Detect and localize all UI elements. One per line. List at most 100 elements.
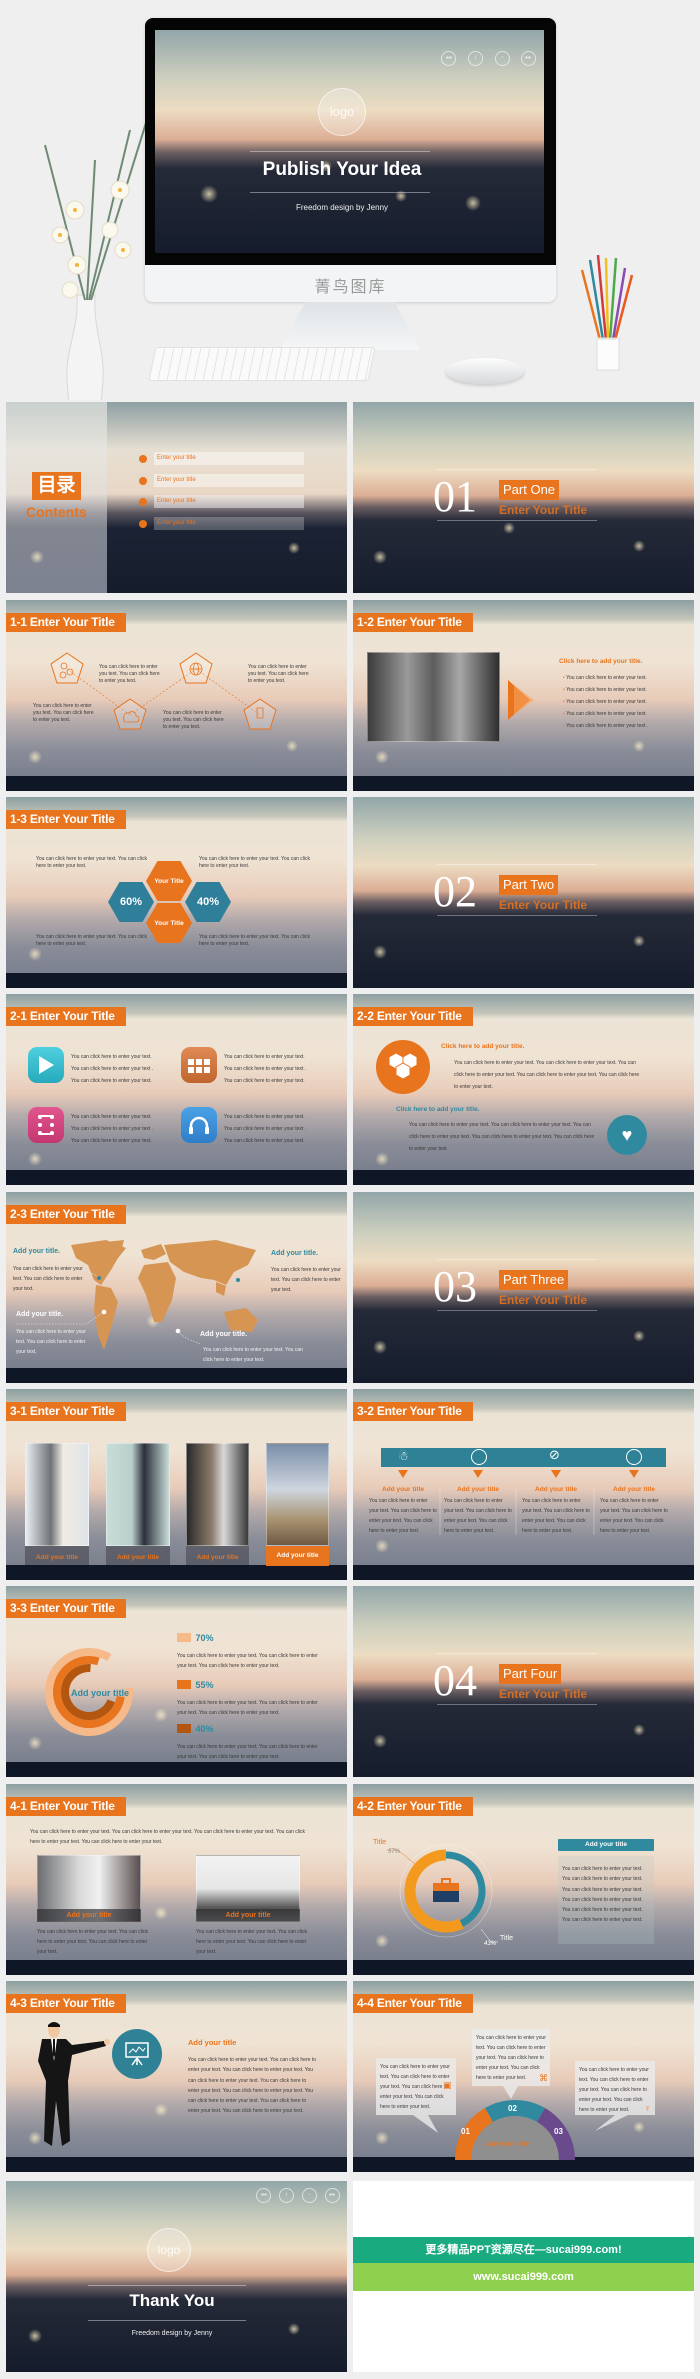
pentagon-diagram xyxy=(50,652,277,730)
panel-line: You can click here to enter your text. xyxy=(562,1896,643,1903)
play-icon xyxy=(28,1047,64,1083)
fast-forward-icon[interactable]: ▸▸ xyxy=(325,2188,340,2203)
divider xyxy=(437,1259,597,1260)
rewind-icon[interactable]: ◂◂ xyxy=(441,51,456,66)
slide-2-1[interactable]: 2-1 Enter Your Title You can click here … xyxy=(6,994,347,1185)
icon-band xyxy=(381,1448,666,1467)
callout-title: Add your title. xyxy=(271,1250,319,1257)
stop-icon[interactable]: ▫ xyxy=(302,2188,317,2203)
divider xyxy=(250,192,430,193)
slide-section-03[interactable]: 03 Part Three Enter Your Title xyxy=(353,1192,694,1383)
film-icon xyxy=(28,1107,64,1143)
divider xyxy=(437,1653,597,1654)
slide-3-2[interactable]: 3-2 Enter Your Title ☃ ⊘ Add your title Y… xyxy=(353,1389,694,1580)
column-title: Add your title xyxy=(382,1486,424,1493)
callout-text: You can click here to enter your text. Y… xyxy=(16,1329,86,1355)
gauge-icon xyxy=(626,1449,642,1465)
bullet-dot xyxy=(139,520,147,528)
footer-bar xyxy=(353,1170,694,1185)
slide-1-1[interactable]: 1-1 Enter Your Title You can click here … xyxy=(6,600,347,791)
slide-title: 1-3 Enter Your Title xyxy=(6,810,126,829)
slide-4-3[interactable]: 4-3 Enter Your Title Add your title You … xyxy=(6,1981,347,2172)
slide-section-02[interactable]: 02 Part Two Enter Your Title xyxy=(353,797,694,988)
slide-2-3[interactable]: 2-3 Enter Your Title Add your title. You… xyxy=(6,1192,347,1383)
section-part-label: Part One xyxy=(499,480,560,500)
slide-3-3[interactable]: 3-3 Enter Your Title Add your title 70% Y… xyxy=(6,1586,347,1777)
monitor-frame: ◂◂ i ▫ ▸▸ logo Publish Your Idea Freedom… xyxy=(145,18,556,302)
slide-1-2[interactable]: 1-2 Enter Your Title Click here to add y… xyxy=(353,600,694,791)
lightbulb-icon xyxy=(243,698,277,730)
hexagon-top: Your Title xyxy=(146,861,192,901)
promo-banner: 更多精品PPT资源尽在—sucai999.com! xyxy=(353,2237,694,2263)
section-number: 02 xyxy=(433,867,477,916)
slide-4-4[interactable]: 4-4 Enter Your Title You can click here … xyxy=(353,1981,694,2172)
slide-4-1[interactable]: 4-1 Enter Your Title You can click here … xyxy=(6,1784,347,1975)
text-block: You can click here to enter your text. Y… xyxy=(36,934,147,947)
businessman-illustration xyxy=(38,2022,110,2146)
footer-bar xyxy=(353,1960,694,1975)
slide-3-1[interactable]: 3-1 Enter Your Title Add your title Add … xyxy=(6,1389,347,1580)
column-text: You can click here to enter your text. Y… xyxy=(444,1498,512,1534)
slide-section-01[interactable]: 01 Part One Enter Your Title xyxy=(353,402,694,593)
hexagon-right-percent: 40% xyxy=(185,882,231,922)
panel-line: You can click here to enter your text. xyxy=(562,1917,643,1924)
cubes-icon xyxy=(376,1040,430,1094)
legend-item: 40% You can click here to enter your text… xyxy=(177,1723,318,1760)
info-icon[interactable]: i xyxy=(468,51,483,66)
pct-a: 57% xyxy=(388,1849,401,1855)
section-title: Enter Your Title xyxy=(499,503,588,517)
arrow-right-icon xyxy=(508,680,534,720)
slide-title: 4-1 Enter Your Title xyxy=(6,1797,126,1816)
section-part-label: Part Three xyxy=(499,1270,569,1290)
panel-line: You can click here to enter your text. xyxy=(562,1907,643,1914)
monitor-stand xyxy=(280,302,420,350)
clipboard-icon: ▣ xyxy=(443,2080,452,2090)
divider xyxy=(88,2285,246,2286)
text-block: You can click here to enter your text. Y… xyxy=(454,1060,640,1090)
rewind-icon[interactable]: ◂◂ xyxy=(256,2188,271,2203)
slide-1-3[interactable]: 1-3 Enter Your Title Your Title Your Tit… xyxy=(6,797,347,988)
stop-icon[interactable]: ▫ xyxy=(495,51,510,66)
slide-section-04[interactable]: 04 Part Four Enter Your Title xyxy=(353,1586,694,1777)
column-title: Add your title xyxy=(613,1486,655,1493)
callout-pointer xyxy=(413,2115,438,2133)
footer-bar xyxy=(353,776,694,791)
contents-item-label: Enter your title xyxy=(154,452,304,465)
network-icon: ⌘ xyxy=(539,2073,548,2083)
callout-box: You can click here to enter your text. Y… xyxy=(575,2061,655,2115)
section-number: 03 xyxy=(433,1262,477,1311)
divider xyxy=(437,1704,597,1705)
slide-2-2[interactable]: 2-2 Enter Your Title Click here to add y… xyxy=(353,994,694,1185)
divider xyxy=(437,520,597,521)
text-block: You can click here to enter you text. Yo… xyxy=(163,710,224,730)
contents-heading-cn: 目录 xyxy=(32,472,81,500)
callout-text: You can click here to enter your text. Y… xyxy=(271,1267,341,1293)
slide-4-2[interactable]: 4-2 Enter Your Title Title 57% Title 43%… xyxy=(353,1784,694,1975)
info-icon[interactable]: i xyxy=(279,2188,294,2203)
logo-circle: logo xyxy=(318,88,366,136)
fast-forward-icon[interactable]: ▸▸ xyxy=(521,51,536,66)
contents-heading-en: Contents xyxy=(26,504,87,520)
footer-bar xyxy=(6,973,347,988)
slide-thank-you[interactable]: ◂◂ i ▫ ▸▸ logo Thank You Freedom design … xyxy=(6,2181,347,2372)
promo-link[interactable]: www.sucai999.com xyxy=(353,2263,694,2291)
globe-icon xyxy=(471,1449,487,1465)
callout-pointer xyxy=(595,2115,628,2131)
column-title: Add your title xyxy=(535,1486,577,1493)
legend-swatch xyxy=(177,1724,191,1734)
segment-label-02: 02 xyxy=(508,2104,517,2113)
footer-bar xyxy=(6,1565,347,1580)
divider xyxy=(437,1310,597,1311)
section-title: Enter Your Title xyxy=(499,898,588,912)
cloud-icon xyxy=(113,698,147,730)
globe-icon xyxy=(179,652,213,684)
slide-contents[interactable]: 目录 Contents Enter your title Enter your … xyxy=(6,402,347,593)
hexagon-left-percent: 60% xyxy=(108,882,154,922)
contents-item-label: Enter your title xyxy=(154,495,304,508)
divider xyxy=(437,469,597,470)
panel-line: You can click here to enter your text. xyxy=(562,1876,643,1883)
text-block: You can click here to enter you text. Yo… xyxy=(248,664,309,684)
bullet-list: • You can click here to enter your text.… xyxy=(563,672,648,732)
presenter-photo xyxy=(106,1443,170,1546)
contents-item-label: Enter your title xyxy=(154,517,304,530)
